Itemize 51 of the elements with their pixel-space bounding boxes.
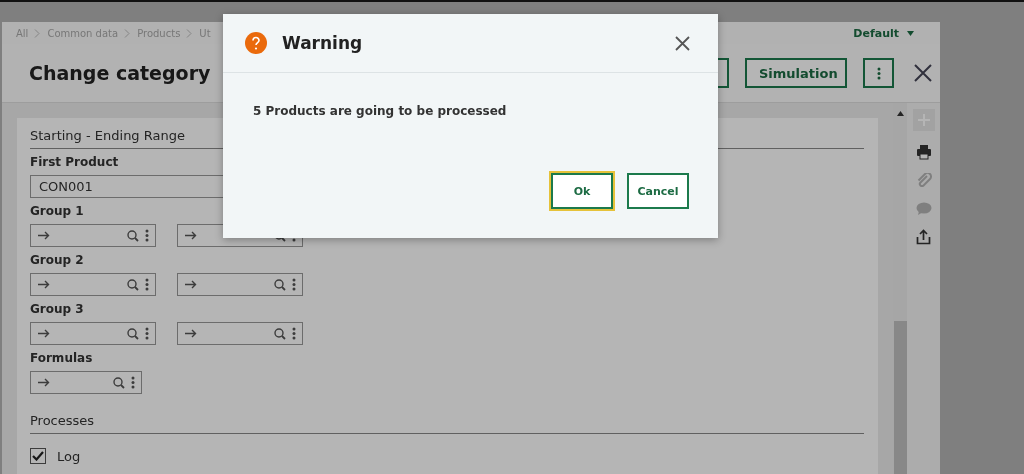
dialog-button[interactable]: Cancel bbox=[627, 173, 689, 209]
more-icon[interactable] bbox=[876, 66, 881, 80]
arrow-icon bbox=[185, 231, 197, 240]
close-button[interactable] bbox=[914, 64, 932, 82]
search-icon[interactable] bbox=[274, 278, 286, 291]
search-icon[interactable] bbox=[127, 278, 139, 291]
question-icon bbox=[245, 32, 267, 54]
section-title: Processes bbox=[30, 407, 864, 434]
lookup-field[interactable] bbox=[177, 322, 303, 345]
view-selector[interactable]: Default bbox=[853, 26, 914, 40]
more-icon[interactable] bbox=[145, 229, 149, 242]
more-icon[interactable] bbox=[145, 278, 149, 291]
field-label: First Product bbox=[30, 155, 120, 170]
dialog-title: Warning bbox=[282, 33, 363, 53]
checkbox-label: Log bbox=[57, 448, 81, 464]
dialog-button[interactable]: Ok bbox=[551, 173, 613, 209]
field-label: Group 2 bbox=[30, 253, 85, 268]
print-icon[interactable] bbox=[915, 144, 932, 160]
more-button[interactable] bbox=[863, 58, 894, 88]
arrow-icon bbox=[38, 280, 50, 289]
lookup-field[interactable] bbox=[30, 371, 142, 394]
search-icon[interactable] bbox=[127, 327, 139, 340]
arrow-icon bbox=[38, 378, 50, 387]
page-title: Change category bbox=[29, 62, 211, 84]
dialog-message: 5 Products are going to be processed bbox=[253, 104, 508, 118]
share-icon[interactable] bbox=[916, 229, 931, 245]
more-icon[interactable] bbox=[292, 278, 296, 291]
field-label: Group 3 bbox=[30, 302, 85, 317]
checkbox[interactable] bbox=[30, 448, 46, 464]
caret-icon bbox=[907, 30, 914, 36]
lookup-field[interactable] bbox=[30, 224, 156, 247]
scrollbar[interactable] bbox=[893, 103, 907, 474]
lookup-field[interactable] bbox=[30, 273, 156, 296]
search-icon[interactable] bbox=[127, 229, 139, 242]
more-icon[interactable] bbox=[292, 327, 296, 340]
close-button[interactable] bbox=[675, 35, 690, 51]
scroll-up-icon[interactable] bbox=[896, 111, 904, 116]
search-icon[interactable] bbox=[274, 327, 286, 340]
scrollbar-thumb[interactable] bbox=[894, 321, 907, 474]
lookup-field[interactable] bbox=[30, 322, 156, 345]
field-label: Formulas bbox=[30, 351, 94, 366]
simulation-button[interactable]: Simulation bbox=[745, 58, 847, 88]
field-label: Group 1 bbox=[30, 204, 85, 219]
arrow-icon bbox=[38, 231, 50, 240]
more-icon[interactable] bbox=[131, 376, 135, 389]
arrow-icon bbox=[185, 280, 197, 289]
arrow-icon bbox=[185, 329, 197, 338]
search-icon[interactable] bbox=[113, 376, 125, 389]
arrow-icon bbox=[38, 329, 50, 338]
lookup-field[interactable] bbox=[177, 273, 303, 296]
more-icon[interactable] bbox=[145, 327, 149, 340]
